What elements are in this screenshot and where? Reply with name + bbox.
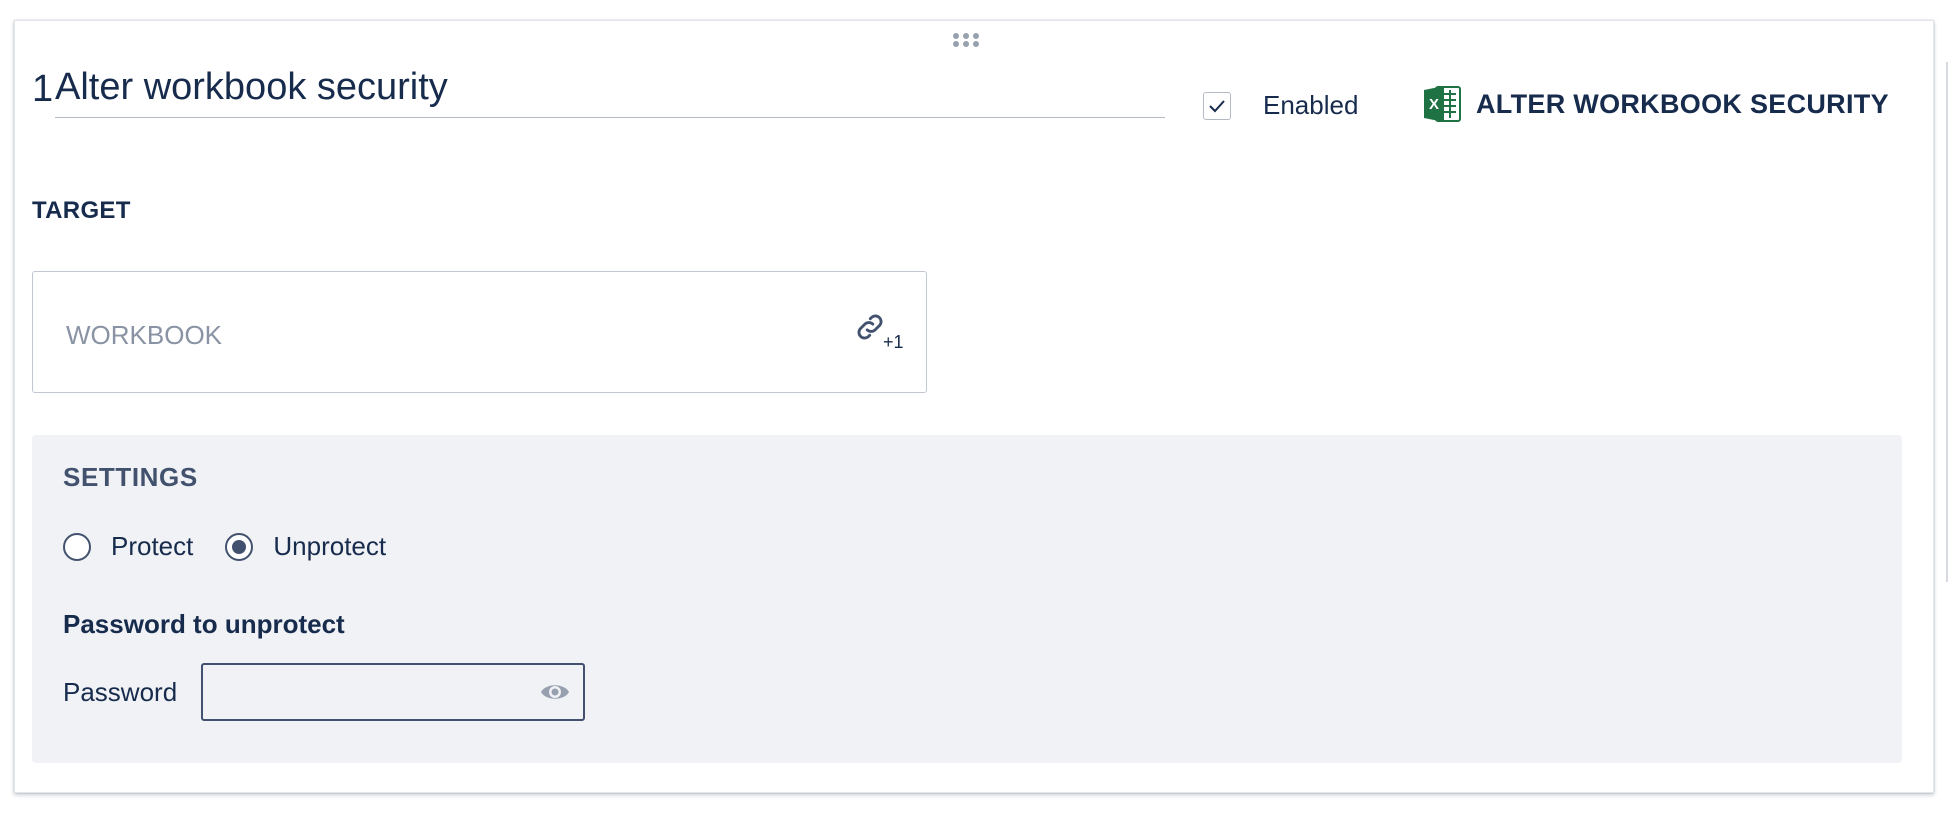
- link-count: +1: [883, 332, 904, 352]
- radio-protect[interactable]: [63, 532, 91, 561]
- svg-text:X: X: [1429, 96, 1439, 113]
- password-heading: Password to unprotect: [63, 609, 345, 639]
- eye-icon[interactable]: [539, 679, 571, 705]
- workbook-target-field[interactable]: WORKBOOK +1: [32, 271, 927, 393]
- workbook-placeholder: WORKBOOK: [66, 320, 223, 350]
- radio-unprotect-label[interactable]: Unprotect: [273, 531, 386, 562]
- drag-handle-icon[interactable]: [946, 28, 986, 52]
- radio-dot: [232, 539, 247, 554]
- action-type: X ALTER WORKBOOK SECURITY: [1422, 84, 1889, 124]
- password-label: Password: [63, 676, 178, 707]
- step-number: 1: [32, 68, 54, 110]
- scrollbar-edge[interactable]: [1946, 62, 1948, 582]
- password-input[interactable]: [201, 663, 586, 721]
- radio-unprotect[interactable]: [225, 532, 254, 561]
- settings-panel: SETTINGS Protect Unprotect Password to u…: [32, 435, 1902, 763]
- enabled-toggle[interactable]: Enabled: [1203, 90, 1358, 121]
- protection-radio-group: Protect Unprotect: [63, 531, 418, 562]
- link-icon: [857, 314, 883, 340]
- target-section-label: TARGET: [32, 197, 131, 224]
- action-title-field[interactable]: Alter workbook security: [55, 64, 1165, 118]
- enabled-label: Enabled: [1263, 90, 1359, 120]
- action-type-label: ALTER WORKBOOK SECURITY: [1476, 88, 1889, 119]
- checkmark-icon: [1209, 99, 1225, 112]
- enabled-checkbox[interactable]: [1203, 91, 1231, 120]
- link-button[interactable]: +1: [853, 310, 913, 360]
- password-row: Password: [63, 663, 586, 721]
- radio-protect-label[interactable]: Protect: [111, 531, 193, 562]
- settings-title: SETTINGS: [63, 462, 198, 492]
- password-input-wrap: [201, 663, 586, 721]
- excel-icon: X: [1424, 86, 1461, 122]
